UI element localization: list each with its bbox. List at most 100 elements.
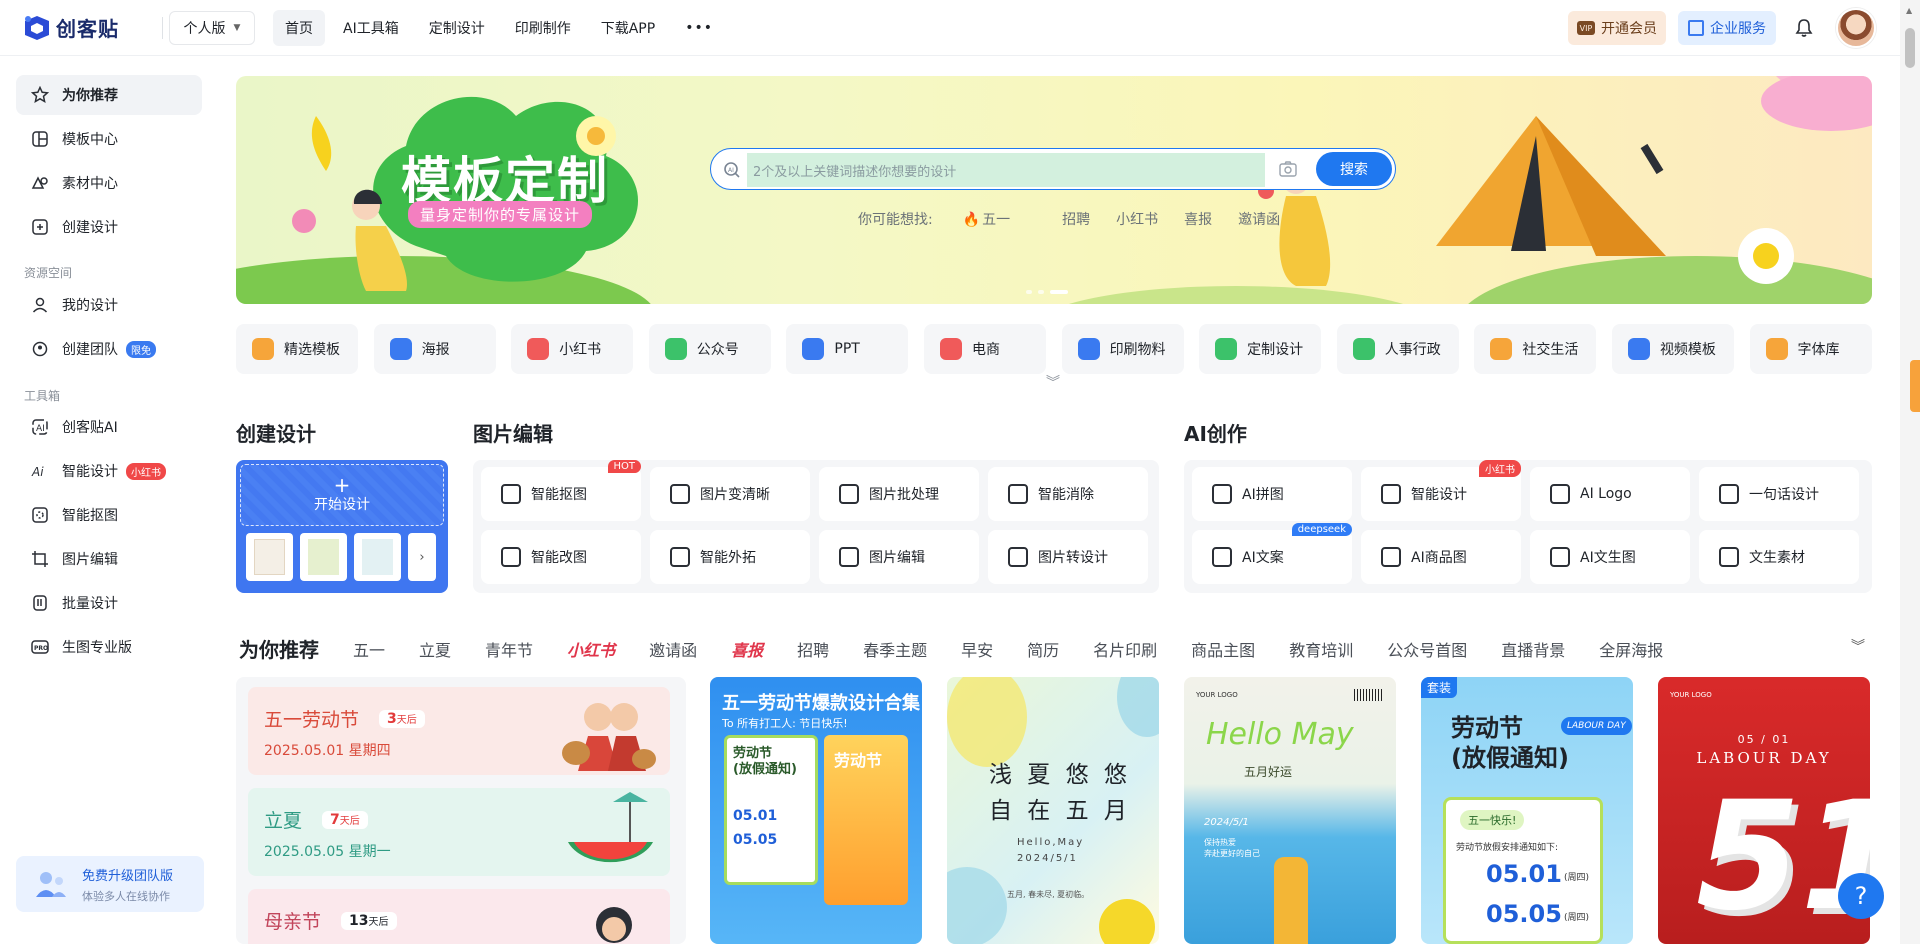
tool-item[interactable]: 智能消除: [988, 467, 1148, 521]
tab-item[interactable]: 教育培训: [1289, 637, 1353, 661]
tool-item[interactable]: 图片变清晰: [650, 467, 810, 521]
tab-item[interactable]: 名片印刷: [1093, 637, 1157, 661]
nav-custom-design[interactable]: 定制设计: [417, 10, 497, 46]
category-item[interactable]: 社交生活: [1474, 324, 1597, 374]
carousel-dot[interactable]: [1026, 290, 1032, 294]
category-item[interactable]: 视频模板: [1611, 324, 1734, 374]
category-item[interactable]: 小红书: [511, 324, 634, 374]
nav-print[interactable]: 印刷制作: [503, 10, 583, 46]
tool-item[interactable]: 智能抠图 HOT: [481, 460, 641, 521]
category-item[interactable]: 印刷物料: [1061, 324, 1184, 374]
search-input[interactable]: 2个及以上关键词描述你想要的设计: [747, 153, 1265, 187]
nav-download-app[interactable]: 下载APP: [589, 10, 667, 46]
sidebar-item-smart-design[interactable]: Ai 智能设计 小红书: [16, 451, 202, 491]
sidebar-item-my-designs[interactable]: 我的设计: [16, 285, 202, 325]
category-item[interactable]: 人事行政: [1336, 324, 1459, 374]
festival-item[interactable]: 立夏 7天后 2025.05.05 星期一: [248, 788, 670, 876]
sidebar-item-ai[interactable]: AI 创客贴AI: [16, 407, 202, 447]
sidebar-item-create[interactable]: 创建设计: [16, 207, 202, 247]
tool-item[interactable]: 智能改图: [481, 530, 641, 584]
template-card[interactable]: 五一劳动节爆款设计合集 To 所有打工人: 节日快乐! 劳动节 (放假通知) 0…: [710, 677, 922, 944]
upgrade-team-card[interactable]: 免费升级团队版 体验多人在线协作: [16, 856, 204, 912]
sidebar-item-create-team[interactable]: 创建团队 限免: [16, 329, 202, 369]
tab-item[interactable]: 招聘: [797, 637, 829, 661]
hint-link[interactable]: 邀请函: [1238, 209, 1280, 229]
tab-item[interactable]: 喜报: [731, 637, 763, 661]
category-item[interactable]: 海报: [373, 324, 496, 374]
bell-icon[interactable]: [1794, 18, 1814, 38]
sidebar-item-recommend[interactable]: 为你推荐: [16, 75, 202, 115]
vertical-scrollbar[interactable]: ▲: [1900, 0, 1920, 944]
category-item[interactable]: 公众号: [648, 324, 771, 374]
expand-chevron-icon[interactable]: ︾: [1046, 372, 1060, 392]
festival-item[interactable]: 母亲节 13天后: [248, 889, 670, 944]
tab-item[interactable]: 简历: [1027, 637, 1059, 661]
tool-item[interactable]: AI拼图: [1192, 467, 1352, 521]
more-icon[interactable]: •••: [673, 10, 725, 46]
scrollbar-thumb[interactable]: [1905, 28, 1915, 68]
template-thumbnail[interactable]: [354, 533, 401, 581]
help-button[interactable]: ?: [1838, 873, 1884, 919]
sidebar-item-materials[interactable]: 素材中心: [16, 163, 202, 203]
tab-item[interactable]: 立夏: [419, 637, 451, 661]
tool-item[interactable]: 图片转设计: [988, 530, 1148, 584]
scroll-up-icon[interactable]: ▲: [1906, 6, 1912, 15]
nav-ai-toolbox[interactable]: AI工具箱: [331, 10, 411, 46]
festival-item[interactable]: 五一劳动节 3天后 2025.05.01 星期四: [248, 687, 670, 775]
tab-item[interactable]: 商品主图: [1191, 637, 1255, 661]
tool-item[interactable]: AI文生图: [1530, 530, 1690, 584]
category-item[interactable]: 电商: [923, 324, 1046, 374]
category-item[interactable]: 定制设计: [1199, 324, 1322, 374]
template-card[interactable]: 浅 夏 悠 悠 自 在 五 月 Hello,May 2024/5/1 五月, 春…: [947, 677, 1159, 944]
sidebar-item-image-edit[interactable]: 图片编辑: [16, 539, 202, 579]
tab-item[interactable]: 直播背景: [1501, 637, 1565, 661]
tab-item[interactable]: 公众号首图: [1387, 637, 1467, 661]
hint-link[interactable]: 小红书: [1116, 209, 1158, 229]
tab-item[interactable]: 青年节: [485, 637, 533, 661]
tool-item[interactable]: 文生素材: [1699, 530, 1859, 584]
tool-item[interactable]: 图片批处理: [819, 467, 979, 521]
edition-dropdown[interactable]: 个人版 ▼: [169, 10, 255, 45]
tab-active[interactable]: 为你推荐: [239, 634, 319, 663]
category-item[interactable]: 精选模板: [236, 324, 358, 374]
tool-item[interactable]: 一句话设计: [1699, 467, 1859, 521]
tool-item[interactable]: AI文案 deepseek: [1192, 523, 1352, 584]
template-card[interactable]: 套装 劳动节 (放假通知) LABOUR DAY 五一快乐! 劳动节放假安排通知…: [1421, 677, 1633, 944]
hero-banner[interactable]: 模板定制 量身定制你的专属设计 AI 2个及以上关键词描述你想要的设计 搜索 你…: [236, 76, 1872, 304]
category-item[interactable]: PPT: [786, 324, 909, 374]
side-handle[interactable]: [1910, 360, 1920, 412]
hint-link[interactable]: 招聘: [1062, 209, 1090, 229]
sidebar-item-pro[interactable]: PRO 生图专业版: [16, 627, 202, 667]
hint-link[interactable]: 喜报: [1184, 209, 1212, 229]
logo[interactable]: 创客贴: [22, 13, 162, 43]
tool-item[interactable]: 智能外拓: [650, 530, 810, 584]
start-design-button[interactable]: + 开始设计: [240, 464, 444, 526]
tool-item[interactable]: AI Logo: [1530, 467, 1690, 521]
chevron-right-icon[interactable]: ›: [408, 533, 436, 581]
nav-home[interactable]: 首页: [273, 9, 325, 46]
tab-item[interactable]: 五一: [353, 637, 385, 661]
tab-item[interactable]: 春季主题: [863, 637, 927, 661]
tool-item[interactable]: 智能设计 小红书: [1361, 460, 1521, 521]
vip-button[interactable]: VIP 开通会员: [1568, 11, 1666, 45]
tool-item[interactable]: AI商品图: [1361, 530, 1521, 584]
avatar[interactable]: [1836, 8, 1876, 48]
camera-icon[interactable]: [1279, 161, 1297, 177]
hint-link[interactable]: 🔥 五一: [963, 209, 1036, 229]
tab-item[interactable]: 邀请函: [649, 637, 697, 661]
category-item[interactable]: 字体库: [1749, 324, 1872, 374]
sidebar-item-templates[interactable]: 模板中心: [16, 119, 202, 159]
search-button[interactable]: 搜索: [1316, 152, 1392, 186]
template-thumbnail[interactable]: [300, 533, 347, 581]
enterprise-button[interactable]: 企业服务: [1678, 11, 1776, 45]
chevron-down-icon[interactable]: ︾: [1851, 636, 1865, 656]
sidebar-item-batch[interactable]: 批量设计: [16, 583, 202, 623]
sidebar-item-cutout[interactable]: 智能抠图: [16, 495, 202, 535]
carousel-dot[interactable]: [1038, 290, 1044, 294]
template-card[interactable]: YOUR LOGO 05 / 01 LABOUR DAY 51: [1658, 677, 1870, 944]
tool-item[interactable]: 图片编辑: [819, 530, 979, 584]
tab-item[interactable]: 小红书: [567, 637, 615, 661]
tab-item[interactable]: 早安: [961, 637, 993, 661]
template-thumbnail[interactable]: [246, 533, 293, 581]
template-card[interactable]: YOUR LOGO Hello May 五月好运 2024/5/1 保持热爱 奔…: [1184, 677, 1396, 944]
